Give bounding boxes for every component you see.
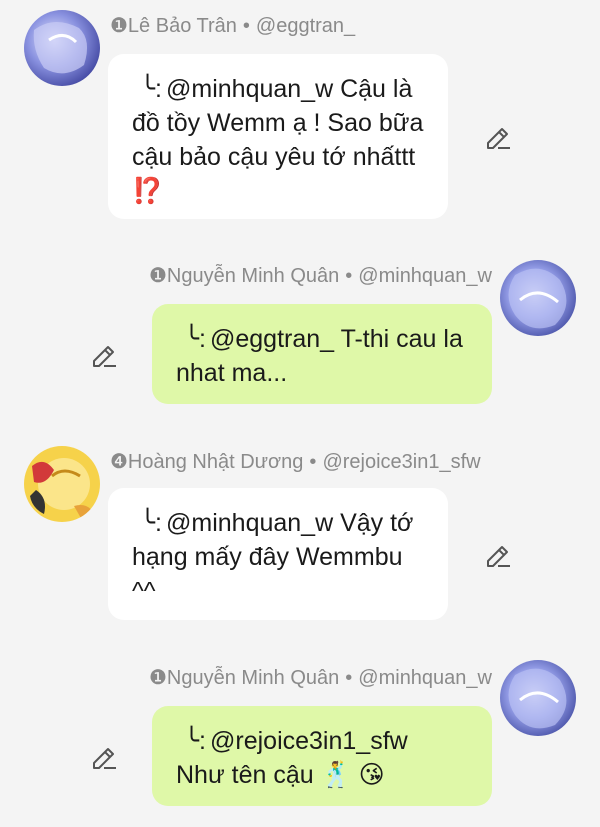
message-1: ❶Lê Bảo Trân • @eggtran_ ╰: @minhquan_w Cậu… — [0, 0, 600, 230]
sender-handle[interactable]: @minhquan_w — [358, 265, 492, 287]
message-text-line-1: @rejoice3in1_sfw — [210, 727, 408, 755]
edit-icon[interactable] — [90, 342, 118, 370]
message-text-line-2: Như tên cậu 🕺 😘 — [176, 761, 385, 789]
message-text: @eggtran_ T-thi cau la nhat ma... — [176, 325, 463, 387]
avatar-blue-anime-icon — [500, 660, 576, 736]
message-text: @minhquan_w Cậu là đồ tồy Wemm ạ ! Sao b… — [132, 75, 424, 205]
avatar[interactable] — [500, 660, 576, 736]
separator: • — [242, 15, 250, 37]
sender-name[interactable]: ❶Nguyễn Minh Quân — [149, 667, 339, 689]
message-bubble[interactable]: ╰: @rejoice3in1_sfw Như tên cậu 🕺 😘 — [152, 706, 492, 806]
sender-handle[interactable]: @eggtran_ — [256, 15, 355, 37]
avatar-yellow-anime-icon — [24, 446, 100, 522]
edit-icon[interactable] — [90, 744, 118, 772]
message-bubble[interactable]: ╰: @eggtran_ T-thi cau la nhat ma... — [152, 304, 492, 404]
message-header: ❶Nguyễn Minh Quân • @minhquan_w — [149, 666, 492, 690]
message-header: ❶Nguyễn Minh Quân • @minhquan_w — [149, 264, 492, 288]
message-text: @minhquan_w Vậy tớ hạng mấy đây Wemmbu ^… — [132, 509, 414, 605]
sender-handle[interactable]: @minhquan_w — [358, 667, 492, 689]
avatar-blue-anime-icon — [500, 260, 576, 336]
sender-name[interactable]: ❶Nguyễn Minh Quân — [149, 265, 339, 287]
reply-mark: ╰: — [184, 727, 206, 755]
message-3: ❹Hoàng Nhật Dương • @rejoice3in1_sfw ╰: @mi… — [0, 440, 600, 640]
message-header: ❹Hoàng Nhật Dương • @rejoice3in1_sfw — [110, 450, 481, 474]
message-2: ❶Nguyễn Minh Quân • @minhquan_w ╰: @eggtran… — [0, 250, 600, 420]
separator: • — [345, 667, 353, 689]
reply-mark: ╰: — [184, 325, 206, 353]
avatar[interactable] — [24, 10, 100, 86]
separator: • — [309, 451, 317, 473]
avatar[interactable] — [24, 446, 100, 522]
message-bubble[interactable]: ╰: @minhquan_w Cậu là đồ tồy Wemm ạ ! Sao… — [108, 54, 448, 219]
reply-mark: ╰: — [140, 75, 162, 103]
separator: • — [345, 265, 353, 287]
avatar-blue-anime-icon — [24, 10, 100, 86]
message-4: ❶Nguyễn Minh Quân • @minhquan_w ╰: @rejoice… — [0, 652, 600, 827]
reply-mark: ╰: — [140, 509, 162, 537]
sender-name[interactable]: ❹Hoàng Nhật Dương — [110, 451, 303, 473]
avatar[interactable] — [500, 260, 576, 336]
message-bubble[interactable]: ╰: @minhquan_w Vậy tớ hạng mấy đây Wemmbu… — [108, 488, 448, 620]
sender-handle[interactable]: @rejoice3in1_sfw — [322, 451, 480, 473]
edit-icon[interactable] — [484, 124, 512, 152]
message-header: ❶Lê Bảo Trân • @eggtran_ — [110, 14, 355, 38]
edit-icon[interactable] — [484, 542, 512, 570]
sender-name[interactable]: ❶Lê Bảo Trân — [110, 15, 237, 37]
